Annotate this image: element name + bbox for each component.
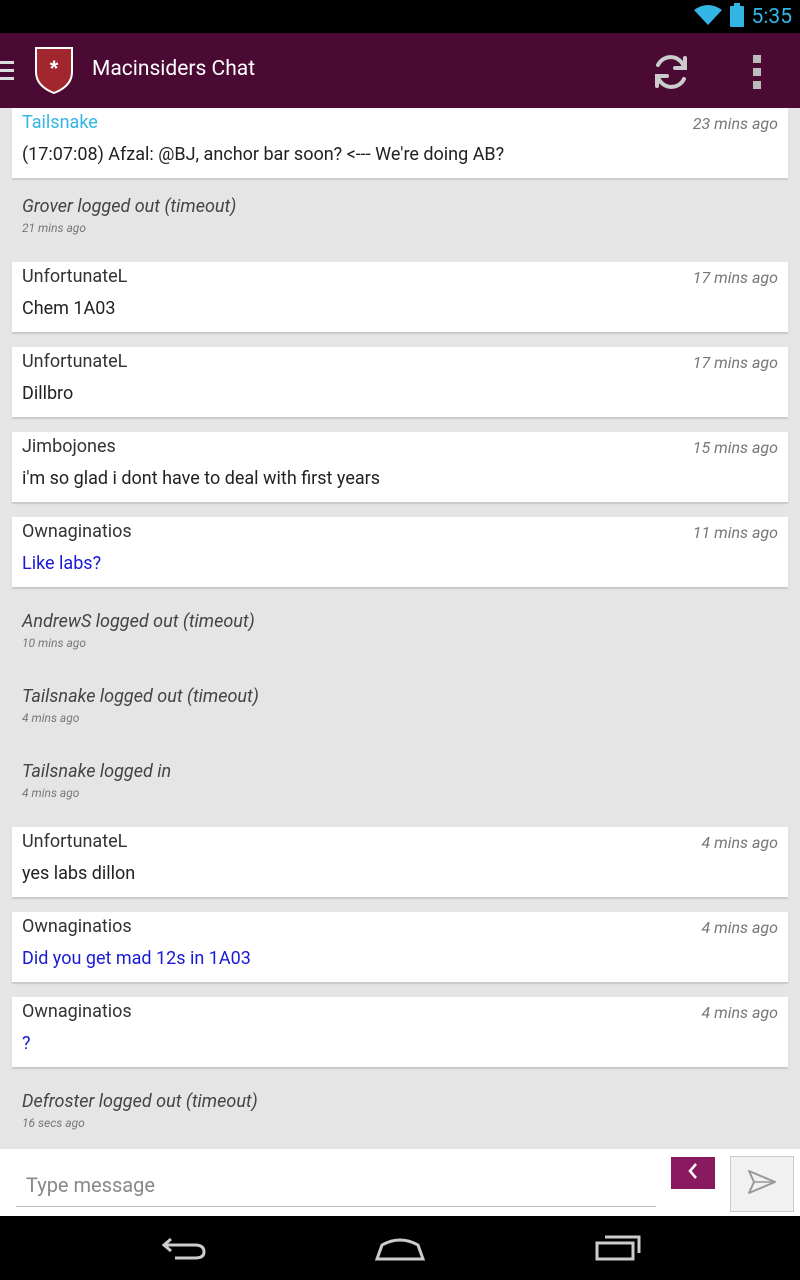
system-event-time: 4 mins ago [22,711,80,725]
menu-icon[interactable] [0,61,14,81]
message-timestamp: 4 mins ago [701,1003,778,1022]
message-text: Did you get mad 12s in 1A03 [22,948,251,969]
system-event-time: 4 mins ago [22,786,80,800]
system-event-text: Tailsnake logged in [22,761,172,782]
compose-bar [0,1149,800,1216]
system-event-time: 10 mins ago [22,636,86,650]
system-event-text: Tailsnake logged out (timeout) [22,686,259,707]
message-timestamp: 23 mins ago [692,114,778,133]
message-timestamp: 15 mins ago [692,438,778,457]
chat-message: UnfortunateL 17 mins ago Chem 1A03 [12,262,788,332]
send-button[interactable] [730,1156,794,1212]
message-timestamp: 4 mins ago [701,918,778,937]
system-event-time: 16 secs ago [22,1116,85,1130]
message-timestamp: 4 mins ago [701,833,778,852]
message-text: i'm so glad i dont have to deal with fir… [22,468,381,489]
send-icon [747,1169,777,1199]
message-text: ? [22,1033,31,1054]
chat-message: Jimbojones 15 mins ago i'm so glad i don… [12,432,788,502]
status-bar: 5:35 [0,0,800,33]
message-text: Like labs? [22,553,102,574]
message-username[interactable]: Tailsnake [22,112,98,133]
chat-message: Tailsnake 23 mins ago (17:07:08) Afzal: … [12,108,788,178]
system-event: AndrewS logged out (timeout) 10 mins ago [22,611,255,650]
chat-message: UnfortunateL 4 mins ago yes labs dillon [12,827,788,897]
system-navigation-bar [0,1216,800,1280]
message-username[interactable]: Ownaginatios [22,916,132,937]
message-text: yes labs dillon [22,863,136,884]
message-username[interactable]: UnfortunateL [22,266,127,287]
message-input[interactable] [16,1163,656,1207]
app-logo-shield-icon[interactable]: * [34,46,74,95]
expand-icon [687,1161,699,1185]
message-timestamp: 17 mins ago [692,353,778,372]
message-username[interactable]: UnfortunateL [22,831,127,852]
message-text: (17:07:08) Afzal: @BJ, anchor bar soon? … [22,144,505,165]
chat-message: UnfortunateL 17 mins ago Dillbro [12,347,788,417]
system-event-text: AndrewS logged out (timeout) [22,611,255,632]
system-event: Grover logged out (timeout) 21 mins ago [22,196,236,235]
message-username[interactable]: Ownaginatios [22,1001,132,1022]
chat-message: Ownaginatios 11 mins ago Like labs? [12,517,788,587]
message-username[interactable]: Ownaginatios [22,521,132,542]
chat-message: Ownaginatios 4 mins ago ? [12,997,788,1067]
system-event: Tailsnake logged out (timeout) 4 mins ag… [22,686,259,725]
battery-icon [729,2,744,31]
message-text: Chem 1A03 [22,298,116,319]
chat-message: Ownaginatios 4 mins ago Did you get mad … [12,912,788,982]
system-event-time: 21 mins ago [22,221,86,235]
expand-button[interactable] [671,1157,715,1189]
wifi-icon [693,4,722,30]
message-timestamp: 17 mins ago [692,268,778,287]
status-clock: 5:35 [751,4,793,29]
message-timestamp: 11 mins ago [692,523,778,542]
system-event-text: Defroster logged out (timeout) [22,1091,258,1112]
system-event: Defroster logged out (timeout) 16 secs a… [22,1091,258,1130]
refresh-icon[interactable] [648,49,694,95]
recent-apps-icon[interactable] [588,1228,648,1268]
action-bar: * Macinsiders Chat [0,33,800,108]
message-username[interactable]: UnfortunateL [22,351,127,372]
home-icon[interactable] [370,1228,430,1268]
message-username[interactable]: Jimbojones [22,436,116,457]
message-text: Dillbro [22,383,74,404]
svg-text:*: * [50,56,59,81]
overflow-menu-icon[interactable] [742,49,772,95]
app-title: Macinsiders Chat [92,57,256,81]
chat-message-list[interactable]: Tailsnake 23 mins ago (17:07:08) Afzal: … [0,108,800,1149]
system-event-text: Grover logged out (timeout) [22,196,237,217]
back-icon[interactable] [154,1228,214,1268]
system-event: Tailsnake logged in 4 mins ago [22,761,171,800]
